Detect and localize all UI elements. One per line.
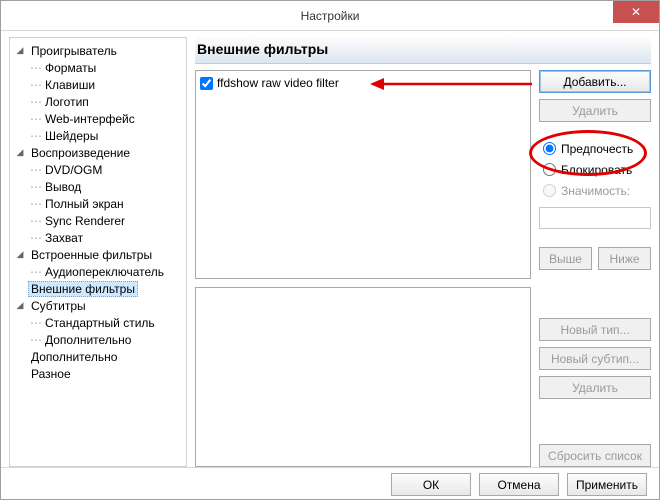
tree-node-label: Sync Renderer <box>42 214 128 228</box>
ok-button[interactable]: ОК <box>391 473 471 496</box>
close-button[interactable]: ✕ <box>613 1 659 23</box>
reset-list-button: Сбросить список <box>539 444 651 467</box>
tree-node-label: Дополнительно <box>28 350 120 364</box>
cancel-button[interactable]: Отмена <box>479 473 559 496</box>
tree-node-label: Полный экран <box>42 197 127 211</box>
right-pane: Внешние фильтры ffdshow raw video filter… <box>195 37 651 467</box>
tree-expand-icon: ◢ <box>14 45 26 57</box>
merit-label: Значимость: <box>561 184 630 198</box>
tree-leaf-icon: ⋯ <box>30 333 42 347</box>
tree-node[interactable]: ⋯Стандартный стиль <box>12 314 184 331</box>
tree-leaf-icon: ⋯ <box>30 163 42 177</box>
tree-node[interactable]: ⋯Клавиши <box>12 76 184 93</box>
tree-node-label: Клавиши <box>42 78 98 92</box>
tree-leaf-icon: ⋯ <box>30 61 42 75</box>
tree-leaf-icon: ⋯ <box>30 197 42 211</box>
filters-listbox[interactable]: ffdshow raw video filter <box>195 70 531 279</box>
tree-node-label: Форматы <box>42 61 99 75</box>
up-button: Выше <box>539 247 592 270</box>
tree-node-label: Web-интерфейс <box>42 112 138 126</box>
block-label: Блокировать <box>561 163 632 177</box>
new-type-button: Новый тип... <box>539 318 651 341</box>
tree-leaf-icon: ⋯ <box>30 316 42 330</box>
merit-radio <box>543 184 556 197</box>
tree-leaf-icon: ⋯ <box>30 112 42 126</box>
tree-node[interactable]: ◢Проигрыватель <box>12 42 184 59</box>
remove-button: Удалить <box>539 99 651 122</box>
tree-node[interactable]: ⋯Форматы <box>12 59 184 76</box>
tree-node[interactable]: ⋯Вывод <box>12 178 184 195</box>
tree-node[interactable]: ⋯Sync Renderer <box>12 212 184 229</box>
titlebar: Настройки ✕ <box>1 1 659 31</box>
tree-node[interactable]: ⋯Аудиопереключатель <box>12 263 184 280</box>
tree-expand-icon: ◢ <box>14 300 26 312</box>
add-button[interactable]: Добавить... <box>539 70 651 93</box>
prefer-radio[interactable] <box>543 142 556 155</box>
tree-node[interactable]: ⋯Полный экран <box>12 195 184 212</box>
tree-node-label: Воспроизведение <box>28 146 133 160</box>
tree-node-label: Вывод <box>42 180 84 194</box>
tree-leaf-icon: ⋯ <box>30 129 42 143</box>
tree-expand-icon: ◢ <box>14 147 26 159</box>
merit-radio-row: Значимость: <box>543 182 651 199</box>
tree-node[interactable]: Дополнительно <box>12 348 184 365</box>
tree-leaf-icon: ⋯ <box>30 214 42 228</box>
prefer-label: Предпочесть <box>561 142 633 156</box>
tree-leaf-icon: ⋯ <box>30 180 42 194</box>
tree-node[interactable]: ⋯DVD/OGM <box>12 161 184 178</box>
tree-spacer <box>14 351 26 363</box>
tree-node[interactable]: ◢Субтитры <box>12 297 184 314</box>
merit-input[interactable] <box>539 207 651 229</box>
dialog-footer: ОК Отмена Применить <box>1 467 659 501</box>
block-radio-row[interactable]: Блокировать <box>543 161 651 178</box>
settings-tree[interactable]: ◢Проигрыватель⋯Форматы⋯Клавиши⋯Логотип⋯W… <box>9 37 187 467</box>
tree-leaf-icon: ⋯ <box>30 78 42 92</box>
new-subtype-button: Новый субтип... <box>539 347 651 370</box>
tree-node-label: Внешние фильтры <box>28 281 138 297</box>
tree-node[interactable]: ⋯Web-интерфейс <box>12 110 184 127</box>
window-title: Настройки <box>301 9 360 23</box>
tree-node[interactable]: Разное <box>12 365 184 382</box>
tree-spacer <box>14 368 26 380</box>
block-radio[interactable] <box>543 163 556 176</box>
down-button: Ниже <box>598 247 651 270</box>
tree-node-label: Встроенные фильтры <box>28 248 155 262</box>
tree-node-label: Разное <box>28 367 74 381</box>
tree-node[interactable]: ⋯Захват <box>12 229 184 246</box>
subtypes-listbox[interactable] <box>195 287 531 467</box>
tree-node[interactable]: ⋯Дополнительно <box>12 331 184 348</box>
tree-expand-icon: ◢ <box>14 249 26 261</box>
tree-leaf-icon: ⋯ <box>30 95 42 109</box>
tree-node[interactable]: ⋯Логотип <box>12 93 184 110</box>
tree-node[interactable]: ◢Встроенные фильтры <box>12 246 184 263</box>
prefer-radio-row[interactable]: Предпочесть <box>543 140 651 157</box>
tree-node-label: Захват <box>42 231 86 245</box>
tree-leaf-icon: ⋯ <box>30 265 42 279</box>
tree-node[interactable]: ⋯Шейдеры <box>12 127 184 144</box>
tree-node-label: Аудиопереключатель <box>42 265 167 279</box>
delete-button: Удалить <box>539 376 651 399</box>
tree-spacer <box>14 283 26 295</box>
close-icon: ✕ <box>631 5 641 19</box>
annotation-arrow-icon <box>368 75 536 93</box>
tree-node[interactable]: ◢Воспроизведение <box>12 144 184 161</box>
filter-label: ffdshow raw video filter <box>217 76 339 90</box>
tree-node-label: Стандартный стиль <box>42 316 158 330</box>
filter-checkbox[interactable] <box>200 77 213 90</box>
tree-node-label: Дополнительно <box>42 333 134 347</box>
tree-leaf-icon: ⋯ <box>30 231 42 245</box>
filter-mode-group: Предпочесть Блокировать Значимость: <box>539 138 651 201</box>
tree-node-label: Субтитры <box>28 299 89 313</box>
tree-node-label: DVD/OGM <box>42 163 105 177</box>
tree-node-label: Проигрыватель <box>28 44 120 58</box>
section-title: Внешние фильтры <box>195 37 651 64</box>
tree-node-label: Шейдеры <box>42 129 101 143</box>
tree-node-label: Логотип <box>42 95 92 109</box>
apply-button[interactable]: Применить <box>567 473 647 496</box>
tree-node[interactable]: Внешние фильтры <box>12 280 184 297</box>
buttons-column: Добавить... Удалить Предпочесть Блокиров… <box>539 70 651 467</box>
